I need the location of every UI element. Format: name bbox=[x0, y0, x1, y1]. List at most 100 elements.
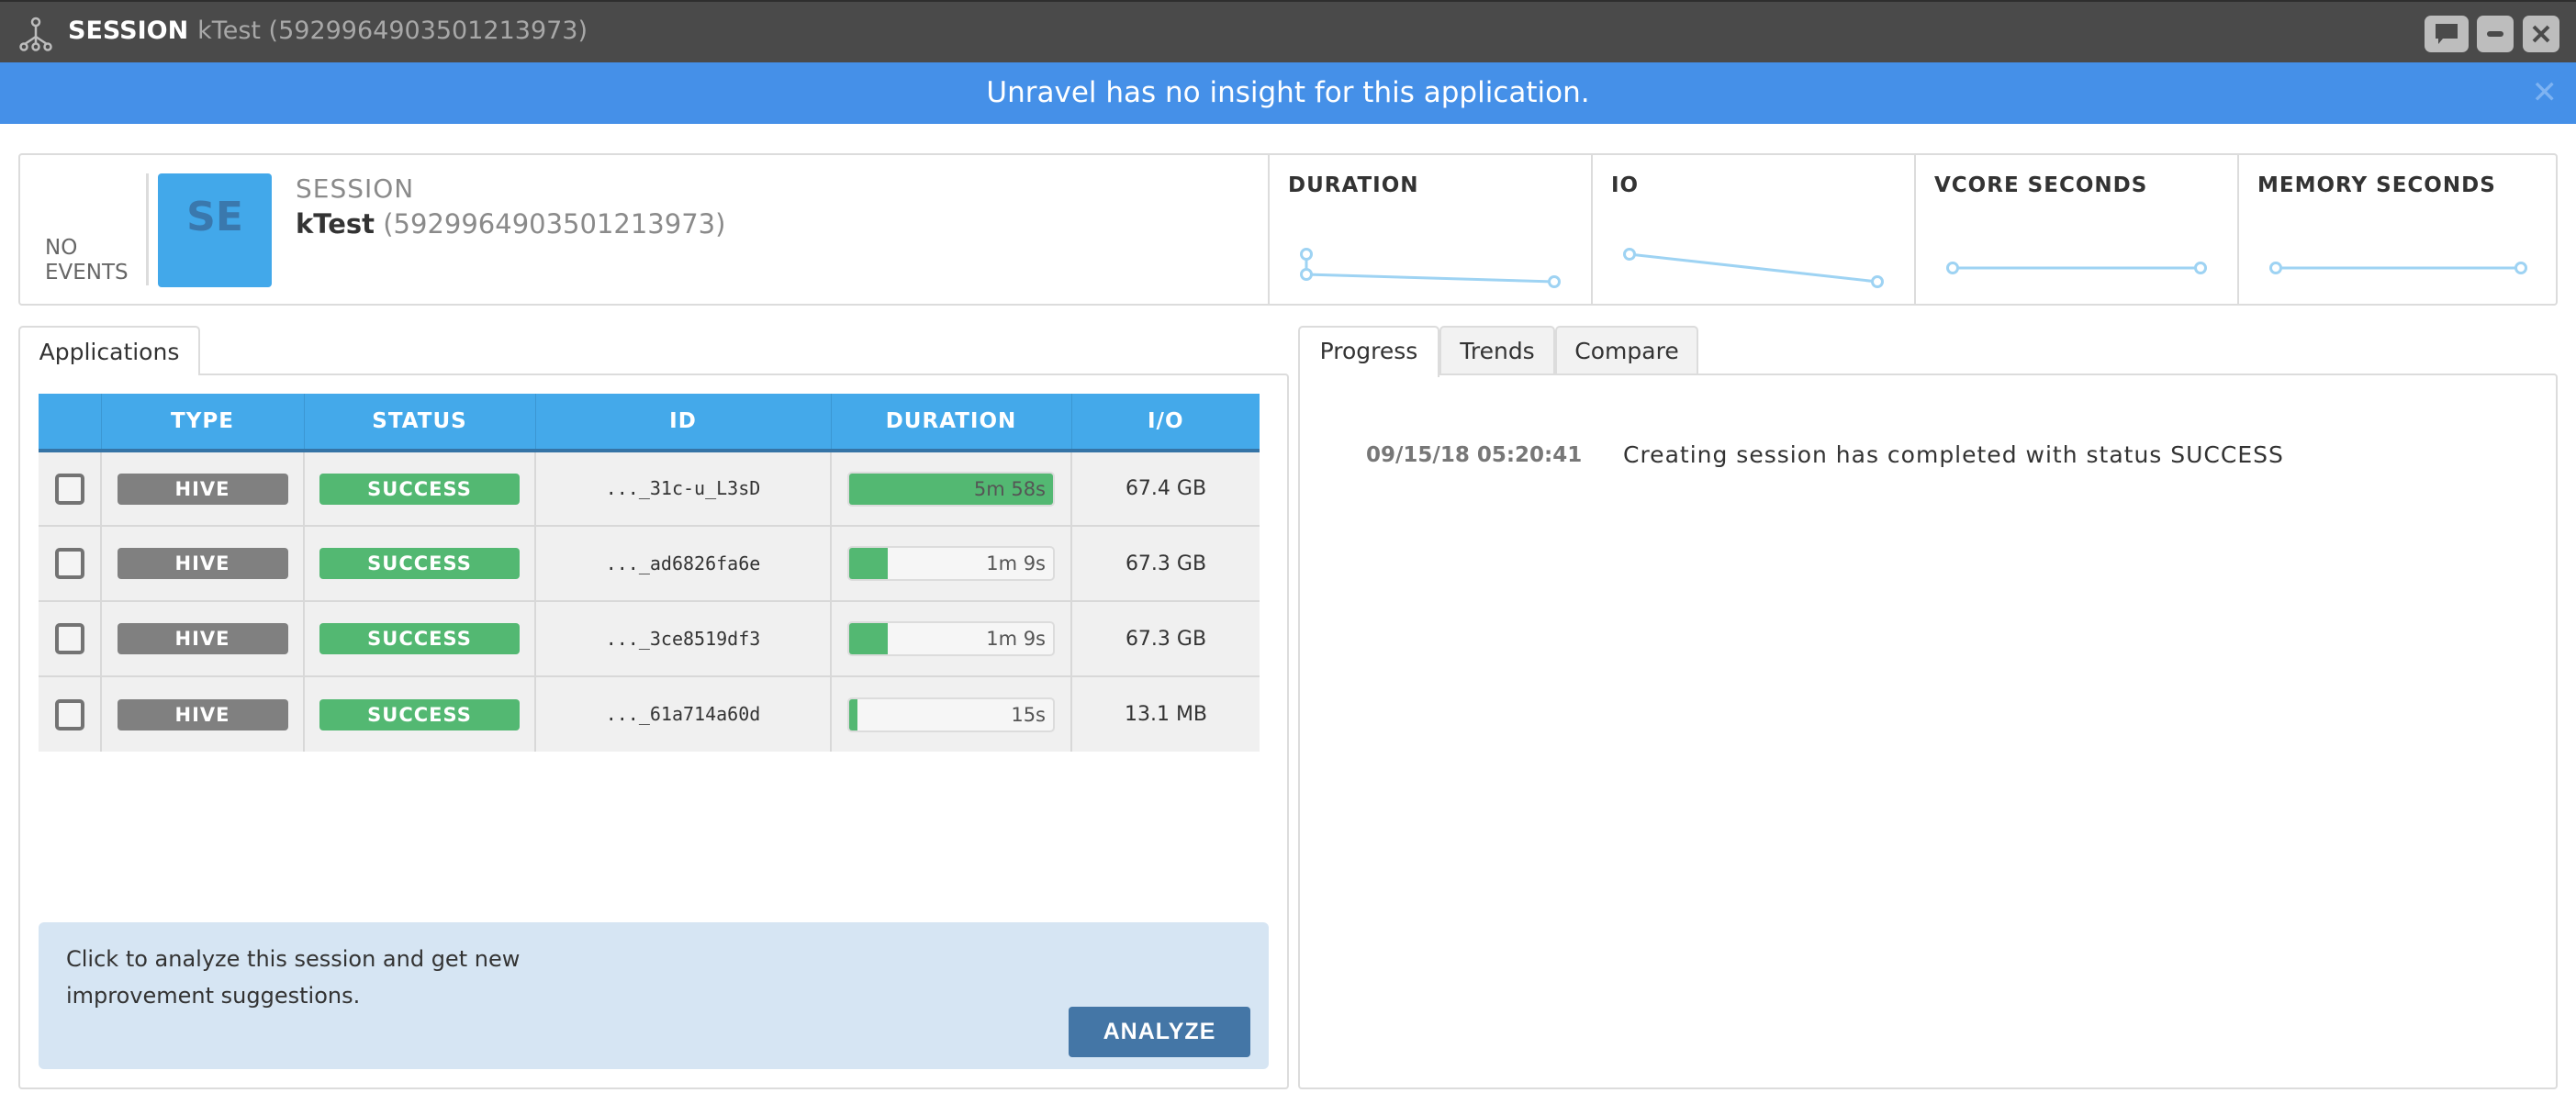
duration-value: 1m 9s bbox=[986, 628, 1046, 650]
close-window-button[interactable] bbox=[2523, 16, 2559, 52]
row-checkbox[interactable] bbox=[54, 473, 84, 505]
id-cell: ..._61a714a60d bbox=[535, 676, 832, 752]
sparkline-point bbox=[1946, 262, 1959, 274]
sparkline-point bbox=[2514, 262, 2527, 274]
table-row[interactable]: HIVE SUCCESS ..._ad6826fa6e 1m 9s 67.3 G… bbox=[39, 526, 1260, 602]
row-checkbox[interactable] bbox=[54, 698, 84, 730]
analyze-button[interactable]: ANALYZE bbox=[1069, 1007, 1250, 1057]
app-id-link[interactable]: ..._ad6826fa6e bbox=[606, 552, 761, 574]
chat-button[interactable] bbox=[2425, 16, 2469, 52]
log-timestamp: 09/15/18 05:20:41 bbox=[1366, 443, 1583, 467]
minimize-button[interactable] bbox=[2477, 16, 2514, 52]
column-header-id[interactable]: ID bbox=[535, 394, 832, 452]
column-header-duration[interactable]: DURATION bbox=[831, 394, 1072, 452]
duration-cell: 5m 58s bbox=[831, 451, 1072, 527]
sparkline-point bbox=[1300, 248, 1313, 261]
analyze-callout: Click to analyze this session and get ne… bbox=[39, 922, 1269, 1069]
sparkline-point bbox=[2194, 262, 2207, 274]
id-cell: ..._3ce8519df3 bbox=[535, 601, 832, 677]
memory-seconds-sparkline bbox=[2269, 262, 2527, 274]
select-cell bbox=[39, 526, 102, 602]
window-title: SESSION kTest (5929964903501213973) bbox=[68, 15, 588, 48]
metric-memory-seconds[interactable]: MEMORY SECONDS bbox=[2237, 155, 2558, 304]
type-badge: HIVE bbox=[117, 698, 288, 730]
insight-banner-message: Unravel has no insight for this applicat… bbox=[986, 76, 1590, 109]
select-cell bbox=[39, 451, 102, 527]
session-id: (5929964903501213973) bbox=[383, 208, 726, 240]
events-status-line2: EVENTS bbox=[45, 261, 129, 284]
duration-sparkline bbox=[1300, 248, 1561, 288]
minimize-icon bbox=[2487, 31, 2503, 37]
duration-value: 5m 58s bbox=[973, 477, 1046, 500]
duration-cell: 1m 9s bbox=[831, 601, 1072, 677]
type-cell: HIVE bbox=[101, 601, 305, 677]
app-id-link[interactable]: ..._3ce8519df3 bbox=[606, 628, 761, 650]
status-cell: SUCCESS bbox=[304, 676, 536, 752]
vcore-seconds-sparkline bbox=[1946, 262, 2207, 274]
type-cell: HIVE bbox=[101, 451, 305, 527]
type-cell: HIVE bbox=[101, 676, 305, 752]
session-kind-label: SESSION bbox=[296, 173, 415, 204]
app-id-link[interactable]: ..._61a714a60d bbox=[606, 703, 761, 725]
duration-bar: 5m 58s bbox=[847, 471, 1055, 507]
close-icon bbox=[2532, 25, 2550, 43]
io-cell: 67.3 GB bbox=[1071, 601, 1260, 677]
table-row[interactable]: HIVE SUCCESS ..._31c-u_L3sD 5m 58s 67.4 … bbox=[39, 451, 1260, 527]
progress-panel: 09/15/18 05:20:41 Creating session has c… bbox=[1298, 374, 2558, 1089]
column-header-io[interactable]: I/O bbox=[1071, 394, 1260, 452]
duration-cell: 15s bbox=[831, 676, 1072, 752]
window-title-name: kTest (5929964903501213973) bbox=[197, 17, 588, 45]
app-id-link[interactable]: ..._31c-u_L3sD bbox=[606, 477, 761, 499]
type-badge: HIVE bbox=[117, 473, 288, 505]
duration-value: 15s bbox=[1011, 703, 1046, 726]
events-status: NO EVENTS bbox=[45, 236, 129, 285]
session-tree-icon bbox=[19, 17, 52, 51]
window-title-bar: SESSION kTest (5929964903501213973) bbox=[0, 0, 2576, 62]
metric-io[interactable]: IO bbox=[1591, 155, 1914, 304]
tab-compare[interactable]: Compare bbox=[1555, 326, 1698, 375]
table-row[interactable]: HIVE SUCCESS ..._61a714a60d 15s 13.1 MB bbox=[39, 676, 1260, 752]
io-cell: 67.4 GB bbox=[1071, 451, 1260, 527]
select-cell bbox=[39, 601, 102, 677]
row-checkbox[interactable] bbox=[54, 548, 84, 579]
log-message: Creating session has completed with stat… bbox=[1623, 441, 2284, 468]
tab-applications[interactable]: Applications bbox=[18, 326, 200, 375]
status-cell: SUCCESS bbox=[304, 601, 536, 677]
duration-bar: 15s bbox=[847, 697, 1055, 732]
banner-close-icon[interactable]: ✕ bbox=[2532, 62, 2559, 124]
row-checkbox[interactable] bbox=[54, 623, 84, 654]
session-summary-card: NO EVENTS SE SESSION kTest (592996490350… bbox=[18, 153, 2558, 306]
tab-progress[interactable]: Progress bbox=[1298, 326, 1439, 377]
type-badge: HIVE bbox=[117, 623, 288, 654]
column-header-status[interactable]: STATUS bbox=[304, 394, 536, 452]
column-header-type[interactable]: TYPE bbox=[101, 394, 305, 452]
type-cell: HIVE bbox=[101, 526, 305, 602]
session-name: kTest (5929964903501213973) bbox=[296, 208, 725, 240]
table-row[interactable]: HIVE SUCCESS ..._3ce8519df3 1m 9s 67.3 G… bbox=[39, 601, 1260, 677]
duration-cell: 1m 9s bbox=[831, 526, 1072, 602]
status-badge: SUCCESS bbox=[319, 623, 520, 654]
duration-bar-fill bbox=[849, 698, 857, 730]
status-cell: SUCCESS bbox=[304, 451, 536, 527]
sparkline-point bbox=[1871, 275, 1884, 288]
status-cell: SUCCESS bbox=[304, 526, 536, 602]
sparkline-point bbox=[1548, 275, 1561, 288]
io-sparkline bbox=[1623, 248, 1884, 288]
applications-table: TYPE STATUS ID DURATION I/O HIVE SUCCESS… bbox=[39, 394, 1260, 752]
chat-bubble-icon bbox=[2436, 24, 2458, 44]
applications-panel: TYPE STATUS ID DURATION I/O HIVE SUCCESS… bbox=[18, 374, 1289, 1089]
session-avatar: SE bbox=[158, 173, 272, 287]
tab-trends[interactable]: Trends bbox=[1439, 326, 1555, 375]
metric-vcore-seconds[interactable]: VCORE SECONDS bbox=[1914, 155, 2237, 304]
column-header-select bbox=[39, 394, 102, 452]
duration-value: 1m 9s bbox=[986, 552, 1046, 574]
analyze-description: Click to analyze this session and get ne… bbox=[66, 946, 521, 1009]
io-cell: 13.1 MB bbox=[1071, 676, 1260, 752]
metric-duration[interactable]: DURATION bbox=[1268, 155, 1591, 304]
duration-bar: 1m 9s bbox=[847, 621, 1055, 656]
divider bbox=[146, 173, 149, 285]
events-status-line1: NO bbox=[45, 236, 78, 260]
sparkline-point bbox=[1300, 268, 1313, 281]
duration-bar: 1m 9s bbox=[847, 546, 1055, 581]
id-cell: ..._31c-u_L3sD bbox=[535, 451, 832, 527]
